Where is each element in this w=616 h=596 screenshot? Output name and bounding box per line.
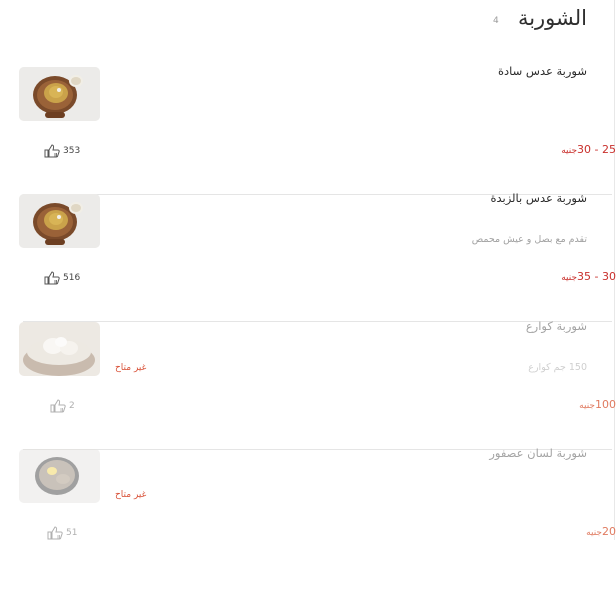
item-photo[interactable] (19, 449, 100, 503)
like-button[interactable]: 353 (44, 144, 80, 158)
price-currency: جنيه (579, 401, 595, 411)
item-price: 20جنيه (532, 525, 616, 541)
menu-item[interactable]: شوربة عدس سادة 25 - 30جنيه 353 (0, 64, 616, 195)
like-button[interactable]: 51 (47, 526, 77, 540)
item-name: شوربة عدس بالزبدة (490, 191, 587, 205)
thumbs-up-icon (44, 271, 60, 285)
price-currency: جنيه (561, 273, 578, 283)
like-count: 353 (63, 146, 81, 156)
item-name: شوربة كوارع (525, 319, 587, 333)
item-description: 150 جم كوارع (528, 362, 587, 373)
item-price: 30 - 35جنيه (532, 270, 616, 286)
menu-item[interactable]: شوربة كوارع 150 جم كوارع غير متاح 100جني… (0, 319, 616, 450)
menu-item[interactable]: شوربة عدس بالزبدة تقدم مع بصل و عيش محمص… (0, 191, 616, 322)
thumbs-up-icon (44, 144, 60, 158)
price-value: 25 - 30 (577, 143, 616, 156)
price-value: 20 (602, 525, 616, 538)
item-photo[interactable] (19, 322, 100, 376)
like-count: 516 (63, 273, 81, 283)
item-price: 100جنيه (532, 398, 616, 414)
unavailable-badge: غير متاح (115, 490, 147, 500)
like-button[interactable]: 516 (44, 271, 80, 285)
section-item-count: 4 (492, 16, 499, 26)
section-header: الشوربة 4 (493, 6, 587, 36)
item-description: تقدم مع بصل و عيش محمص (471, 234, 587, 245)
price-value: 30 - 35 (577, 270, 616, 283)
unavailable-badge: غير متاح (115, 363, 147, 373)
menu-item[interactable]: شوربة لسان عصفور غير متاح 20جنيه 51 (0, 446, 616, 577)
like-count: 51 (66, 528, 78, 538)
item-price: 25 - 30جنيه (532, 143, 616, 159)
price-currency: جنيه (586, 528, 602, 538)
item-photo[interactable] (19, 67, 100, 121)
thumbs-up-icon (47, 526, 63, 540)
item-name: شوربة عدس سادة (497, 64, 587, 78)
like-count: 2 (69, 401, 75, 411)
thumbs-up-icon (50, 399, 66, 413)
section-title: الشوربة (517, 6, 587, 30)
price-value: 100 (595, 398, 616, 411)
item-photo[interactable] (19, 194, 100, 248)
item-name: شوربة لسان عصفور (489, 446, 587, 460)
like-button[interactable]: 2 (50, 399, 75, 413)
price-currency: جنيه (561, 146, 578, 156)
